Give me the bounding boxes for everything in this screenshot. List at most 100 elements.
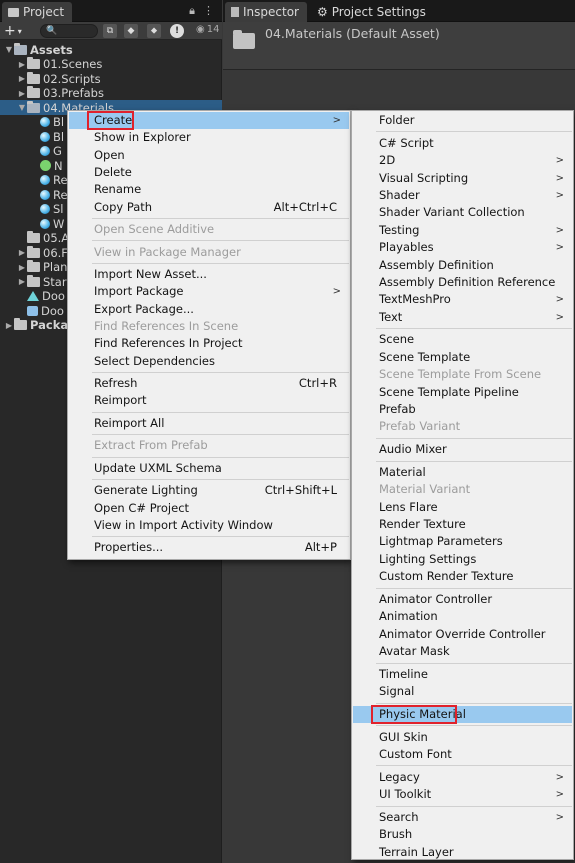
menu-item-visual-scripting[interactable]: Visual Scripting > (353, 170, 572, 187)
collapsed-arrow-icon[interactable]: ▶ (17, 263, 27, 272)
menu-item-render-texture[interactable]: Render Texture (353, 516, 572, 533)
menu-item-reimport[interactable]: Reimport (69, 392, 349, 409)
menu-item-legacy[interactable]: Legacy > (353, 769, 572, 786)
menu-item-label: Visual Scripting (379, 170, 469, 185)
model-icon (27, 291, 39, 301)
menu-separator (92, 262, 349, 264)
tree-row-assets[interactable]: ▼ Assets (0, 42, 222, 57)
tree-row-01-scenes[interactable]: ▶ 01.Scenes (0, 57, 222, 72)
search-by-label-icon[interactable]: ◆ (124, 24, 138, 38)
menu-item-reimport-all[interactable]: Reimport All (69, 415, 349, 432)
menu-item-export-package[interactable]: Export Package... (69, 301, 349, 318)
collapsed-arrow-icon[interactable]: ▶ (17, 74, 27, 83)
menu-item-animator-controller[interactable]: Animator Controller (353, 591, 572, 608)
submenu-arrow-icon: > (555, 311, 564, 323)
menu-item-shader[interactable]: Shader > (353, 187, 572, 204)
menu-item-copy-path[interactable]: Copy Path Alt+Ctrl+C (69, 199, 349, 216)
menu-item-generate-lighting[interactable]: Generate Lighting Ctrl+Shift+L (69, 482, 349, 499)
menu-item-brush[interactable]: Brush (353, 826, 572, 843)
menu-item-avatar-mask[interactable]: Avatar Mask (353, 643, 572, 660)
collapsed-arrow-icon[interactable]: ▶ (4, 321, 14, 330)
menu-item-find-references-in-project[interactable]: Find References In Project (69, 335, 349, 352)
collapsed-arrow-icon[interactable]: ▶ (17, 277, 27, 286)
menu-item-scene[interactable]: Scene (353, 331, 572, 348)
hidden-packages-toggle[interactable]: ◉ 14 (196, 24, 219, 35)
menu-item-c-script[interactable]: C# Script (353, 135, 572, 152)
tab-project-settings[interactable]: ⚙ Project Settings (311, 2, 434, 22)
collapsed-arrow-icon[interactable]: ▶ (17, 89, 27, 98)
menu-item-scene-template-pipeline[interactable]: Scene Template Pipeline (353, 384, 572, 401)
menu-item-refresh[interactable]: Refresh Ctrl+R (69, 375, 349, 392)
menu-item-select-dependencies[interactable]: Select Dependencies (69, 353, 349, 370)
inspector-title: 04.Materials (Default Asset) (265, 26, 440, 41)
submenu-arrow-icon: > (555, 155, 564, 167)
tab-project-settings-label: Project Settings (331, 5, 426, 19)
menu-item-shader-variant-collection[interactable]: Shader Variant Collection (353, 204, 572, 221)
menu-item-view-in-import-activity-window[interactable]: View in Import Activity Window (69, 517, 349, 534)
menu-item-search[interactable]: Search > (353, 809, 572, 826)
tag-icon[interactable]: ⬥ (147, 24, 161, 38)
menu-item-properties[interactable]: Properties... Alt+P (69, 539, 349, 556)
menu-item-import-package[interactable]: Import Package > (69, 283, 349, 300)
menu-item-textmeshpro[interactable]: TextMeshPro > (353, 291, 572, 308)
menu-item-terrain-layer[interactable]: Terrain Layer (353, 844, 572, 861)
menu-item-playables[interactable]: Playables > (353, 239, 572, 256)
menu-item-2d[interactable]: 2D > (353, 152, 572, 169)
search-by-type-icon[interactable]: ⧉ (103, 24, 117, 38)
menu-item-label: Find References In Scene (94, 318, 239, 333)
prefab-icon (27, 305, 38, 316)
menu-item-lens-flare[interactable]: Lens Flare (353, 499, 572, 516)
kebab-menu-icon[interactable]: ⋮ (203, 4, 214, 18)
menu-item-import-new-asset[interactable]: Import New Asset... (69, 266, 349, 283)
menu-item-custom-font[interactable]: Custom Font (353, 746, 572, 763)
menu-item-animation[interactable]: Animation (353, 608, 572, 625)
menu-item-scene-template[interactable]: Scene Template (353, 349, 572, 366)
tree-row-02-scripts[interactable]: ▶ 02.Scripts (0, 71, 222, 86)
menu-item-label: Testing (379, 222, 420, 237)
menu-item-delete[interactable]: Delete (69, 164, 349, 181)
menu-item-open[interactable]: Open (69, 147, 349, 164)
collapsed-arrow-icon[interactable]: ▶ (17, 248, 27, 257)
menu-item-testing[interactable]: Testing > (353, 222, 572, 239)
menu-item-audio-mixer[interactable]: Audio Mixer (353, 441, 572, 458)
menu-separator (92, 536, 349, 538)
folder-icon (27, 57, 40, 69)
menu-item-label: Scene (379, 332, 415, 347)
menu-item-label: Scene Template From Scene (379, 367, 542, 382)
menu-item-folder[interactable]: Folder (353, 112, 572, 129)
menu-item-assembly-definition-reference[interactable]: Assembly Definition Reference (353, 274, 572, 291)
menu-item-text[interactable]: Text > (353, 309, 572, 326)
menu-item-show-in-explorer[interactable]: Show in Explorer (69, 129, 349, 146)
tab-project[interactable]: Project (2, 2, 73, 22)
menu-item-signal[interactable]: Signal (353, 683, 572, 700)
menu-item-gui-skin[interactable]: GUI Skin (353, 729, 572, 746)
collapsed-arrow-icon[interactable]: ▶ (17, 60, 27, 69)
menu-item-prefab[interactable]: Prefab (353, 401, 572, 418)
tree-row-label: Bl (53, 115, 65, 129)
menu-item-open-c-project[interactable]: Open C# Project (69, 500, 349, 517)
menu-separator (376, 587, 572, 589)
search-input[interactable]: 🔍 (40, 24, 98, 38)
menu-item-assembly-definition[interactable]: Assembly Definition (353, 257, 572, 274)
menu-item-label: Animator Override Controller (379, 626, 546, 641)
expanded-arrow-icon[interactable]: ▼ (17, 103, 27, 112)
menu-item-rename[interactable]: Rename (69, 181, 349, 198)
menu-item-animator-override-controller[interactable]: Animator Override Controller (353, 626, 572, 643)
menu-item-timeline[interactable]: Timeline (353, 666, 572, 683)
menu-item-update-uxml-schema[interactable]: Update UXML Schema (69, 460, 349, 477)
tab-inspector[interactable]: Inspector (225, 2, 307, 22)
create-dropdown-button[interactable]: + ▾ (4, 22, 22, 40)
menu-item-custom-render-texture[interactable]: Custom Render Texture (353, 568, 572, 585)
menu-shortcut: Ctrl+R (298, 376, 337, 390)
menu-item-material[interactable]: Material (353, 464, 572, 481)
lock-icon[interactable]: 🔒︎ (189, 4, 195, 18)
menu-item-lightmap-parameters[interactable]: Lightmap Parameters (353, 533, 572, 550)
warning-icon[interactable]: ! (170, 24, 184, 38)
menu-item-label: Refresh (94, 376, 138, 390)
menu-item-lighting-settings[interactable]: Lighting Settings (353, 551, 572, 568)
caret-down-icon: ▾ (17, 26, 22, 36)
folder-icon (27, 274, 40, 287)
menu-item-ui-toolkit[interactable]: UI Toolkit > (353, 786, 572, 803)
expanded-arrow-icon[interactable]: ▼ (4, 45, 14, 54)
tree-row-03-prefabs[interactable]: ▶ 03.Prefabs (0, 86, 222, 101)
